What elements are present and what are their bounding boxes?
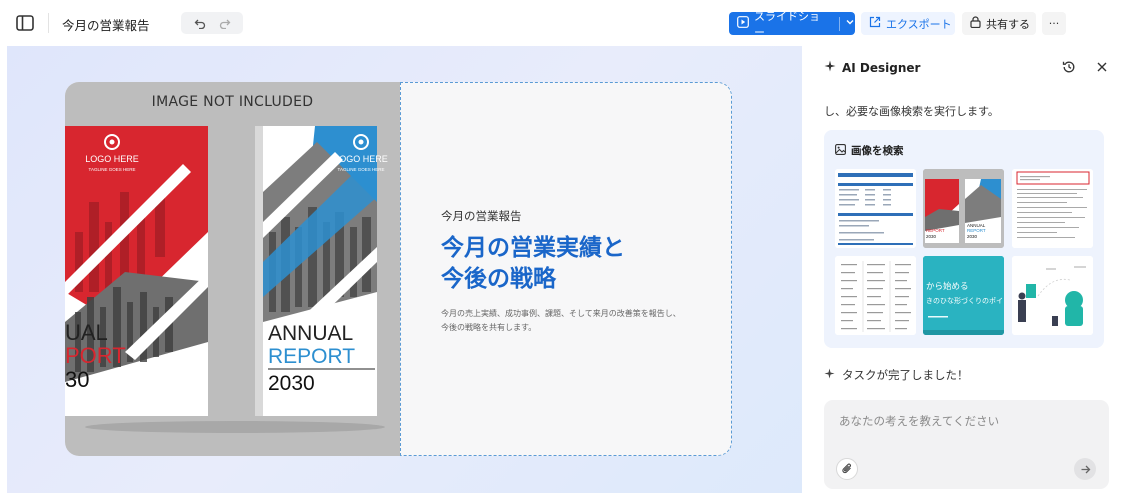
top-bar: 今月の営業報告 スライドショー エクスポート 共有する ···: [0, 0, 1121, 46]
lock-icon: [970, 16, 981, 31]
thumb5-line2: きのひな形づくりのポイ: [926, 297, 1003, 305]
chevron-down-icon[interactable]: [845, 17, 855, 30]
left-cover-annual: UAL: [65, 320, 108, 345]
slide-body[interactable]: 今月の売上実績、成功事例、課題、そして来月の改善策を報告し、 今後の戦略を共有し…: [441, 307, 711, 335]
close-icon[interactable]: [1094, 59, 1110, 75]
chat-composer: [824, 400, 1109, 489]
ai-designer-panel: AI Designer し、必要な画像検索を実行します。 画像を検索 ANNUA…: [802, 46, 1121, 493]
more-options-button[interactable]: ···: [1042, 12, 1066, 35]
left-cover-tagline: TAGLINE GOES HERE: [89, 167, 136, 172]
search-result-thumbnail-2[interactable]: ANNUAL REPORT 2030 REPORT 2030: [923, 169, 1004, 248]
sparkle-icon: [824, 368, 835, 382]
slide[interactable]: IMAGE NOT INCLUDED LOGO HERE TAGLINE GOE…: [65, 82, 732, 456]
topbar-divider: [48, 13, 49, 33]
play-icon: [737, 16, 749, 31]
right-cover-report: REPORT: [268, 345, 355, 368]
image-search-label: 画像を検索: [851, 145, 904, 157]
search-result-thumbnail-3[interactable]: [1012, 169, 1093, 248]
left-cover-year: 30: [65, 367, 89, 392]
svg-text:REPORT: REPORT: [967, 228, 986, 233]
image-icon: [835, 143, 846, 158]
send-arrow-icon[interactable]: [1074, 458, 1096, 480]
search-result-thumbnail-1[interactable]: [835, 169, 916, 248]
search-result-thumbnail-6[interactable]: [1012, 256, 1093, 335]
left-cover-logo: LOGO HERE: [85, 154, 139, 164]
task-complete-label: タスクが完了しました！: [842, 368, 969, 382]
report-cover-illustration: LOGO HERE TAGLINE GOES HERE UAL PORT 30: [65, 126, 388, 433]
svg-text:2030: 2030: [926, 234, 937, 239]
search-result-thumbnail-4[interactable]: [835, 256, 916, 335]
export-label: エクスポート: [886, 17, 952, 31]
slide-subtitle[interactable]: 今月の営業報告: [441, 208, 522, 224]
slide-body-line1: 今月の売上実績、成功事例、課題、そして来月の改善策を報告し、: [441, 309, 681, 318]
slide-canvas: IMAGE NOT INCLUDED LOGO HERE TAGLINE GOE…: [7, 46, 802, 493]
undo-icon[interactable]: [194, 14, 206, 33]
right-cover-year: 2030: [268, 372, 315, 395]
left-cover: LOGO HERE TAGLINE GOES HERE UAL PORT 30: [65, 126, 208, 416]
export-button[interactable]: エクスポート: [861, 12, 955, 35]
slide-body-line2: 今後の戦略を共有します。: [441, 323, 537, 332]
sidebar-toggle-icon[interactable]: [14, 12, 36, 34]
left-cover-report: PORT: [65, 343, 126, 368]
svg-text:2030: 2030: [967, 234, 978, 239]
share-label: 共有する: [986, 17, 1030, 31]
thumb5-line1: から始める: [926, 282, 969, 292]
right-cover-annual: ANNUAL: [268, 322, 353, 345]
redo-icon[interactable]: [219, 14, 231, 33]
slide-image[interactable]: IMAGE NOT INCLUDED LOGO HERE TAGLINE GOE…: [65, 82, 400, 456]
external-link-icon: [869, 16, 881, 31]
right-cover: LOGO HERE TAGLINE GOES HERE ANNUAL REPOR…: [263, 126, 388, 416]
slideshow-label: スライドショー: [754, 9, 820, 39]
slide-title-line1: 今月の営業実績と: [441, 235, 625, 261]
image-search-card: 画像を検索 ANNUAL REPORT 2030 REPORT 2030 から始…: [824, 130, 1104, 348]
panel-title: AI Designer: [842, 60, 921, 75]
slide-title-line2: 今後の戦略: [441, 266, 556, 292]
slide-text-box[interactable]: 今月の営業報告 今月の営業実績と 今後の戦略 今月の売上実績、成功事例、課題、そ…: [400, 82, 732, 456]
task-complete-status: タスクが完了しました！: [824, 367, 969, 383]
document-title[interactable]: 今月の営業報告: [62, 15, 150, 34]
paperclip-icon[interactable]: [836, 458, 858, 480]
right-cover-logo: LOGO HERE: [334, 154, 388, 164]
share-button[interactable]: 共有する: [962, 12, 1036, 35]
undo-redo-group: [181, 12, 243, 34]
slideshow-button[interactable]: スライドショー: [729, 10, 855, 39]
slideshow-separator: [839, 16, 840, 31]
history-icon[interactable]: [1061, 59, 1077, 75]
assistant-message: し、必要な画像検索を実行します。: [824, 105, 999, 118]
image-search-title: 画像を検索: [835, 143, 904, 158]
sparkle-icon: [824, 60, 836, 75]
panel-header: AI Designer: [824, 60, 920, 75]
slide-title[interactable]: 今月の営業実績と 今後の戦略: [441, 233, 701, 295]
search-result-thumbnail-5[interactable]: から始める きのひな形づくりのポイ: [923, 256, 1004, 335]
right-cover-tagline: TAGLINE GOES HERE: [338, 167, 385, 172]
chat-input[interactable]: [839, 410, 1099, 432]
svg-text:REPORT: REPORT: [926, 228, 945, 233]
